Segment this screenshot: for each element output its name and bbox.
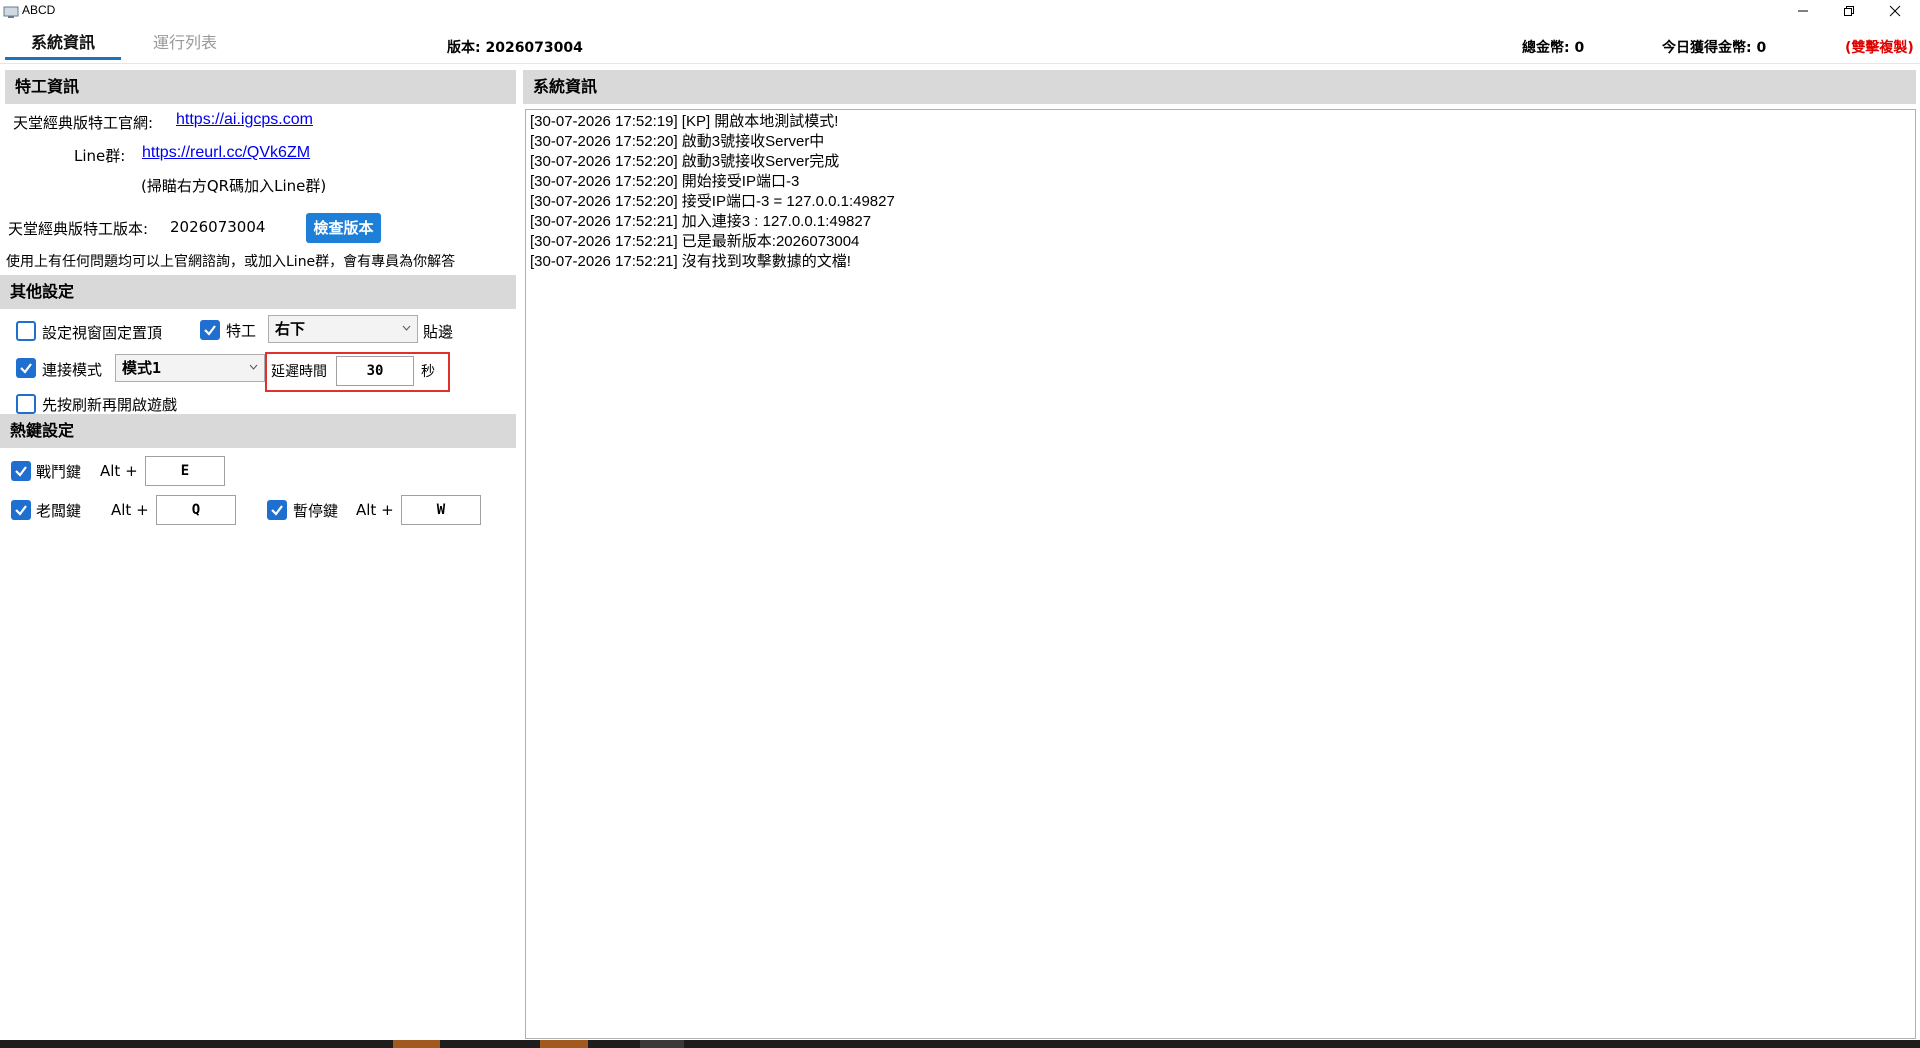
header-divider [0,63,1920,64]
check-icon [15,505,27,516]
check-icon [20,363,32,374]
pause-key-label: 暫停鍵 [293,502,339,520]
pin-top-checkbox[interactable] [16,321,36,341]
log-line: [30-07-2026 17:52:20] 啟動3號接收Server完成 [530,153,840,170]
taskbar-app[interactable] [393,1040,440,1048]
close-button[interactable] [1872,0,1918,22]
battle-key-checkbox[interactable] [11,461,31,481]
section-hotkeys: 熱鍵設定 [0,414,516,448]
agent-label: 特工 [226,322,257,340]
boss-key-input[interactable]: Q [156,495,236,525]
agent-version-value: 2026073004 [170,218,266,236]
section-other-settings: 其他設定 [0,275,516,309]
position-select-value: 右下 [275,320,306,338]
site-label: 天堂經典版特工官網: [13,114,154,132]
minimize-button[interactable] [1780,0,1826,22]
check-version-button[interactable]: 檢查版本 [306,213,381,243]
chevron-down-icon [402,325,411,331]
check-icon [15,466,27,477]
taskbar [0,1040,1920,1048]
log-line: [30-07-2026 17:52:20] 接受IP端口-3 = 127.0.0… [530,193,895,210]
taskbar-app[interactable] [640,1040,684,1048]
battle-key-input[interactable]: E [145,456,225,486]
log-line: [30-07-2026 17:52:20] 開始接受IP端口-3 [530,173,800,190]
connect-mode-label: 連接模式 [42,361,103,379]
log-line: [30-07-2026 17:52:21] 加入連接3 : 127.0.0.1:… [530,213,872,230]
tab-run-list[interactable]: 運行列表 [127,30,243,60]
log-line: [30-07-2026 17:52:20] 啟動3號接收Server中 [530,133,825,150]
boss-key-label: 老闆鍵 [36,502,82,520]
boss-key-prefix: Alt + [111,501,149,519]
agent-version-label: 天堂經典版特工版本: [8,220,149,238]
section-agent-info: 特工資訊 [5,70,516,104]
restore-icon [1844,6,1854,16]
log-line: [30-07-2026 17:52:21] 已是最新版本:2026073004 [530,233,860,250]
mode-select[interactable]: 模式1 [115,354,265,382]
pause-key-prefix: Alt + [356,501,394,519]
agent-checkbox[interactable] [200,320,220,340]
pin-top-label: 設定視窗固定置頂 [42,324,163,342]
check-icon [271,505,283,516]
copy-hint: (雙擊複製) [1845,40,1914,56]
log-line: [30-07-2026 17:52:19] [KP] 開啟本地測試模式! [530,113,839,130]
check-icon [204,325,216,336]
minimize-icon [1798,10,1808,12]
pause-key-checkbox[interactable] [267,500,287,520]
title-bar: ABCD [0,0,1920,22]
close-icon [1889,5,1901,17]
position-select[interactable]: 右下 [268,315,418,343]
snap-label: 貼邊 [423,323,454,341]
delay-input[interactable]: 30 [336,356,414,386]
system-log[interactable]: [30-07-2026 17:52:19] [KP] 開啟本地測試模式! [30… [525,109,1916,1039]
line-link[interactable]: https://reurl.cc/QVk6ZM [142,144,310,162]
app-icon [3,4,19,18]
refresh-first-label: 先按刷新再開啟遊戲 [42,396,178,414]
restore-button[interactable] [1826,0,1872,22]
site-link[interactable]: https://ai.igcps.com [176,111,313,129]
pause-key-input[interactable]: W [401,495,481,525]
log-line: [30-07-2026 17:52:21] 沒有找到攻擊數據的文檔! [530,253,851,270]
taskbar-app[interactable] [540,1040,588,1048]
battle-key-label: 戰鬥鍵 [36,463,82,481]
tab-system-info[interactable]: 系統資訊 [5,30,121,60]
qr-hint: (掃瞄右方QR碼加入Line群) [141,177,327,195]
refresh-first-checkbox[interactable] [16,394,36,414]
window-title: ABCD [22,3,56,17]
section-system-info: 系統資訊 [523,70,1916,104]
connect-mode-checkbox[interactable] [16,358,36,378]
help-text: 使用上有任何問題均可以上官網諮詢，或加入Line群，會有專員為你解答 [6,254,456,270]
total-coins: 總金幣: 0 [1522,40,1585,56]
battle-key-prefix: Alt + [100,462,138,480]
mode-select-value: 模式1 [122,359,162,377]
line-label: Line群: [74,147,126,165]
today-coins: 今日獲得金幣: 0 [1662,40,1767,56]
delay-label: 延遲時間 [271,364,327,380]
chevron-down-icon [249,364,258,370]
delay-unit: 秒 [421,364,435,380]
version-text: 版本: 2026073004 [447,40,583,56]
boss-key-checkbox[interactable] [11,500,31,520]
